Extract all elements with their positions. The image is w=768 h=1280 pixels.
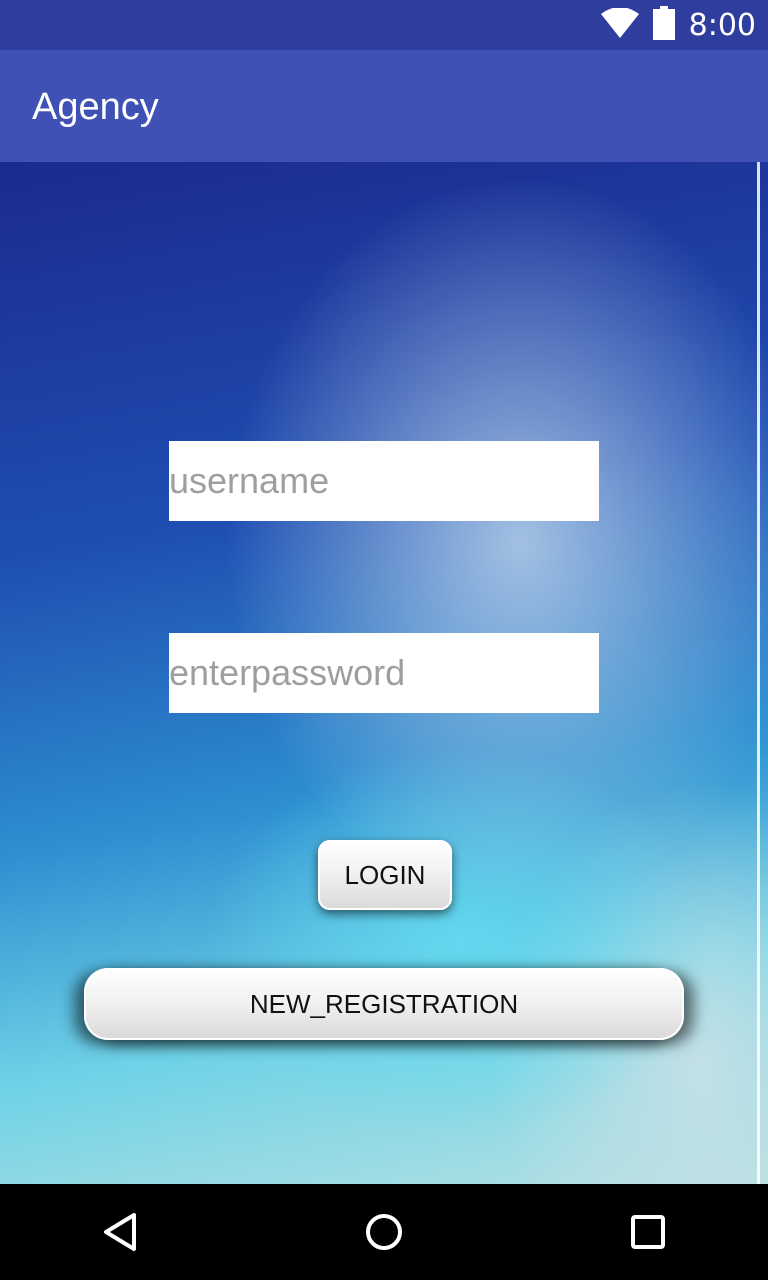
home-icon[interactable] [364,1212,404,1257]
app-bar: Agency [0,50,768,162]
new-registration-button[interactable]: NEW_REGISTRATION [84,968,684,1040]
battery-icon [652,5,675,45]
back-icon[interactable] [100,1212,140,1257]
app-title: Agency [32,86,159,128]
edge-divider [757,162,760,1184]
status-bar: 8:00 [0,0,768,50]
navigation-bar [0,1184,768,1280]
login-screen: LOGIN NEW_REGISTRATION [0,162,768,1184]
new-registration-label: NEW_REGISTRATION [249,988,519,1019]
wifi-icon [600,6,639,43]
username-input[interactable] [169,441,599,521]
login-button[interactable]: LOGIN [318,840,452,910]
login-button-label: LOGIN [344,859,426,890]
recents-icon[interactable] [630,1212,666,1257]
status-time: 8:00 [688,7,756,43]
password-input[interactable] [169,633,599,713]
